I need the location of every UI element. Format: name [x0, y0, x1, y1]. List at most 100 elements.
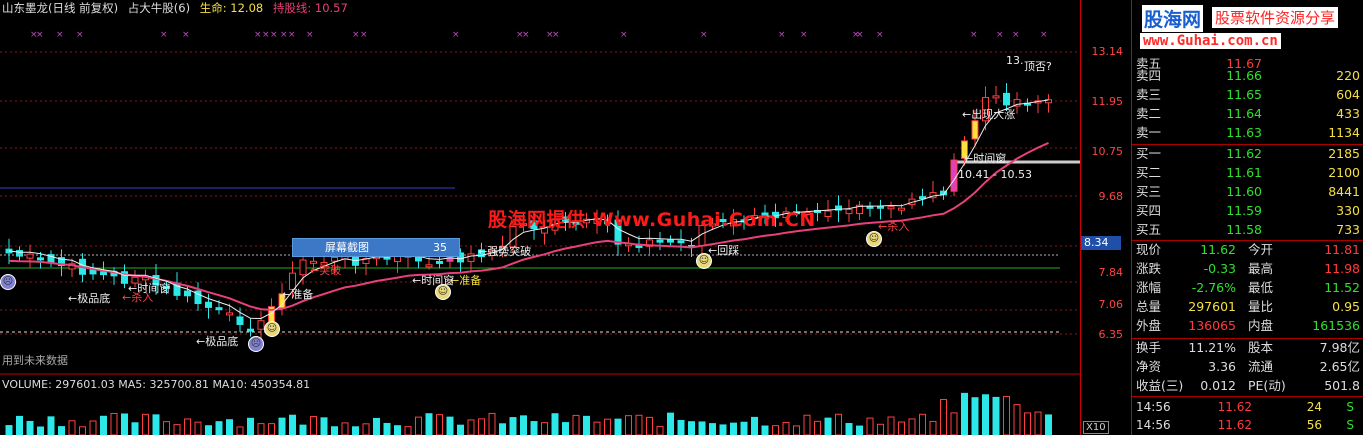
volume-bar — [194, 421, 202, 435]
volume-bar — [215, 421, 223, 435]
tick-volume: 24 — [1306, 400, 1322, 414]
logo-slogan: 股票软件资源分享 — [1212, 7, 1339, 28]
order-row-sell: 卖一 11.63 1134 — [1132, 123, 1363, 143]
order-label: 买四 — [1136, 203, 1162, 218]
volume-bar — [698, 421, 706, 435]
volume-bar — [236, 426, 244, 435]
stat-row: 净资 3.36 流通 2.65亿 — [1132, 357, 1363, 377]
screenshot-bar[interactable]: 屏幕截图 35 — [292, 238, 460, 257]
volume-bar — [898, 421, 905, 435]
volume-bar — [1045, 414, 1052, 435]
volume-bar — [457, 424, 464, 435]
candle — [299, 259, 307, 276]
stat-label: 最低 — [1248, 280, 1274, 295]
candle — [215, 307, 223, 311]
order-label: 卖二 — [1136, 106, 1162, 121]
annotation-bottom-2: ←极品底 — [196, 335, 239, 348]
candle — [898, 207, 905, 211]
volume-bar — [908, 418, 916, 435]
order-label: 买二 — [1136, 165, 1162, 180]
order-qty: 220 — [1336, 68, 1360, 83]
order-qty: 2185 — [1328, 146, 1360, 161]
order-qty: 1134 — [1328, 125, 1360, 140]
stat-label: 量比 — [1248, 299, 1274, 314]
tick-price: 11.62 — [1217, 400, 1252, 414]
hold-line-value: 持股线: 10.57 — [272, 1, 348, 15]
volume-bar — [226, 419, 233, 435]
stat-value: -2.76% — [1191, 280, 1236, 295]
volume-bar — [310, 416, 317, 435]
volume-bar — [782, 421, 790, 435]
tick-time: 14:56 — [1136, 400, 1171, 414]
signal-marker: × — [1040, 30, 1048, 40]
candle — [677, 240, 685, 244]
signal-marker: × — [800, 30, 808, 40]
stat-row: 外盘 136065 内盘 161536 — [1132, 316, 1363, 336]
stat-label: 净资 — [1136, 359, 1162, 374]
candle — [394, 255, 401, 263]
signal-marker: × — [306, 30, 314, 40]
signal-marker: × — [996, 30, 1004, 40]
stat-label: 今开 — [1248, 242, 1274, 257]
volume-bar — [205, 425, 212, 435]
candle — [26, 253, 34, 259]
volume-bar — [572, 414, 580, 435]
stat-row: 换手 11.21% 股本 7.98亿 — [1132, 338, 1363, 358]
tick-side: S — [1346, 400, 1354, 414]
stat-row: 涨跌 -0.33 最高 11.98 — [1132, 259, 1363, 279]
order-price: 11.61 — [1226, 165, 1262, 180]
quote-panel: 股海网 股票软件资源分享 www.Guhai.com.cn 卖五 11.67 卖… — [1131, 0, 1363, 435]
volume-bar — [593, 421, 601, 435]
annotation-prepare-1: ←准备 — [282, 288, 314, 301]
candle — [436, 260, 443, 264]
volume-bar — [499, 423, 506, 435]
candle — [887, 206, 895, 210]
order-qty: 8441 — [1328, 184, 1360, 199]
candle — [824, 210, 832, 217]
volume-bar — [362, 423, 370, 435]
volume-bar — [604, 418, 611, 435]
tick-row: 14:56 11.62 24 S — [1132, 398, 1363, 416]
stat-value: 297601 — [1188, 299, 1236, 314]
candle — [236, 316, 244, 326]
annotation-pullback: ←回踩 — [708, 244, 740, 257]
signal-marker: × — [620, 30, 628, 40]
volume-bar — [635, 414, 643, 435]
kline-chart-panel[interactable]: × × × × × × × × × × × × × × × × × × × × × × × × × × × × × × 山东墨龙(日线 前… — [0, 0, 1080, 435]
volume-bar — [541, 422, 548, 435]
annotation-range: 10.41 - 10.53 — [958, 168, 1032, 181]
volume-bar — [320, 417, 328, 435]
volume-bar — [856, 425, 863, 435]
volume-bar — [131, 422, 139, 435]
volume-bar — [950, 412, 958, 435]
volume-bar — [488, 412, 496, 435]
smile-face-icon: ☺ — [866, 231, 882, 247]
volume-bar — [352, 426, 359, 435]
x10-button[interactable]: X10 — [1083, 421, 1109, 434]
volume-bar — [1024, 412, 1031, 435]
volume-bar — [940, 398, 947, 435]
stat-label: 总量 — [1136, 299, 1162, 314]
signal-marker: × — [352, 30, 360, 40]
volume-bar — [614, 418, 622, 435]
volume-bar — [845, 423, 853, 435]
stat-label: 现价 — [1136, 242, 1162, 257]
signal-marker: × — [280, 30, 288, 40]
annotation-buy-1: ←杀入 — [122, 291, 154, 304]
volume-bar — [173, 424, 181, 435]
volume-bar — [184, 418, 191, 435]
screenshot-value: 35 — [433, 241, 447, 254]
axis-label: 13.14 — [1091, 45, 1124, 58]
order-row-sell: 卖四 11.66 220 — [1132, 66, 1363, 86]
stat-label: 流通 — [1248, 359, 1274, 374]
stat-row: 涨幅 -2.76% 最低 11.52 — [1132, 278, 1363, 298]
volume-bar — [383, 422, 391, 435]
stat-value: 11.62 — [1200, 242, 1236, 257]
volume-bar — [16, 415, 23, 435]
indicator-name: 占大牛股(6) — [127, 1, 191, 15]
stat-label: 收益(三) — [1136, 378, 1184, 393]
tick-separator — [1132, 396, 1363, 397]
stat-value: 2.65亿 — [1319, 359, 1360, 374]
candle — [667, 239, 674, 243]
volume-header: VOLUME: 297601.03 MA5: 325700.81 MA10: 4… — [2, 378, 311, 391]
